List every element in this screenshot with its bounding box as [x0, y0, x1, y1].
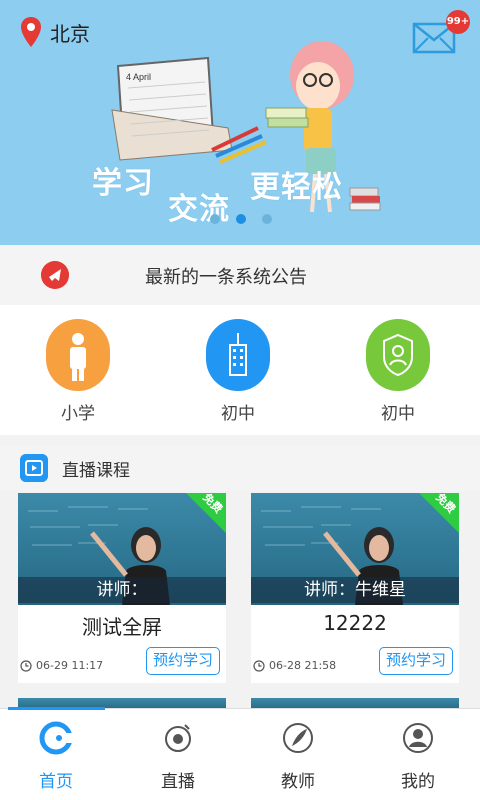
- clock-icon: [20, 659, 32, 672]
- tab-label: 我的: [401, 772, 435, 792]
- grade-categories: 小学 初中 初中: [0, 305, 480, 435]
- building-icon: [229, 333, 247, 376]
- schoolbag-child-icon: [70, 333, 86, 381]
- slogan-easier: 更轻松: [250, 170, 343, 205]
- category-circle: [46, 319, 110, 391]
- category-label: 初中: [221, 404, 255, 424]
- shield-person-icon: [383, 333, 413, 377]
- category-junior[interactable]: 初中: [188, 319, 288, 424]
- banner-carousel[interactable]: 4 April 北京 99+ 学习 交流 更轻松: [0, 0, 480, 245]
- clock-icon: [253, 659, 265, 672]
- book-study-button[interactable]: 预约学习: [146, 647, 220, 675]
- svg-text:4 April: 4 April: [126, 72, 151, 82]
- system-announcement[interactable]: 最新的一条系统公告: [0, 245, 480, 305]
- category-label: 小学: [61, 404, 95, 424]
- category-primary[interactable]: 小学: [28, 319, 128, 424]
- category-circle: [366, 319, 430, 391]
- user-profile-icon: [403, 723, 433, 753]
- category-label: 初中: [381, 404, 415, 424]
- category-circle: [206, 319, 270, 391]
- tab-home[interactable]: 首页: [16, 721, 96, 792]
- tab-label: 教师: [281, 772, 315, 792]
- tab-label: 首页: [39, 772, 73, 792]
- lecturer-label: 讲师：: [18, 577, 226, 603]
- unread-badge: 99+: [446, 10, 470, 34]
- course-title: 12222: [323, 611, 387, 635]
- location-selector[interactable]: 北京: [20, 16, 90, 48]
- course-title: 测试全屏: [82, 615, 162, 639]
- location-pin-icon: [21, 17, 41, 47]
- carousel-dot[interactable]: [262, 214, 272, 224]
- tab-label: 直播: [161, 772, 195, 792]
- tab-mine[interactable]: 我的: [378, 721, 458, 792]
- carousel-dot[interactable]: [210, 214, 220, 224]
- bottom-tab-bar: 首页 直播 教师 我的: [0, 707, 480, 800]
- course-time: 06-28 21:58: [253, 659, 336, 672]
- lecturer-label: 讲师：牛维星: [251, 577, 459, 603]
- tab-live[interactable]: 直播: [138, 721, 218, 792]
- course-time-text: 06-29 11:17: [36, 659, 104, 672]
- course-thumbnail: 免费 讲师：牛维星: [251, 493, 459, 605]
- messages-button[interactable]: 99+: [412, 10, 470, 56]
- tab-teachers[interactable]: 教师: [258, 721, 338, 792]
- live-courses-header: 直播课程: [0, 445, 480, 491]
- home-icon: [39, 721, 73, 755]
- announcement-icon: [41, 261, 69, 289]
- section-title: 直播课程: [62, 461, 130, 481]
- slogan-study: 学习: [92, 166, 154, 201]
- course-thumbnail: 免费 讲师：: [18, 493, 226, 605]
- course-card[interactable]: 免费 讲师： 测试全屏 06-29 11:17 预约学习: [18, 493, 226, 683]
- course-time-text: 06-28 21:58: [269, 659, 337, 672]
- carousel-indicator: [210, 214, 272, 224]
- feather-pen-icon: [283, 723, 313, 753]
- category-junior-2[interactable]: 初中: [348, 319, 448, 424]
- active-tab-indicator: [8, 707, 105, 710]
- course-card[interactable]: 免费 讲师：牛维星 12222 06-28 21:58 预约学习: [251, 493, 459, 683]
- carousel-dot-active[interactable]: [236, 214, 246, 224]
- book-study-button[interactable]: 预约学习: [379, 647, 453, 675]
- course-time: 06-29 11:17: [20, 659, 103, 672]
- live-camera-icon: [165, 724, 191, 752]
- city-label: 北京: [50, 21, 90, 46]
- live-tv-icon: [20, 454, 48, 482]
- announcement-text: 最新的一条系统公告: [145, 267, 307, 288]
